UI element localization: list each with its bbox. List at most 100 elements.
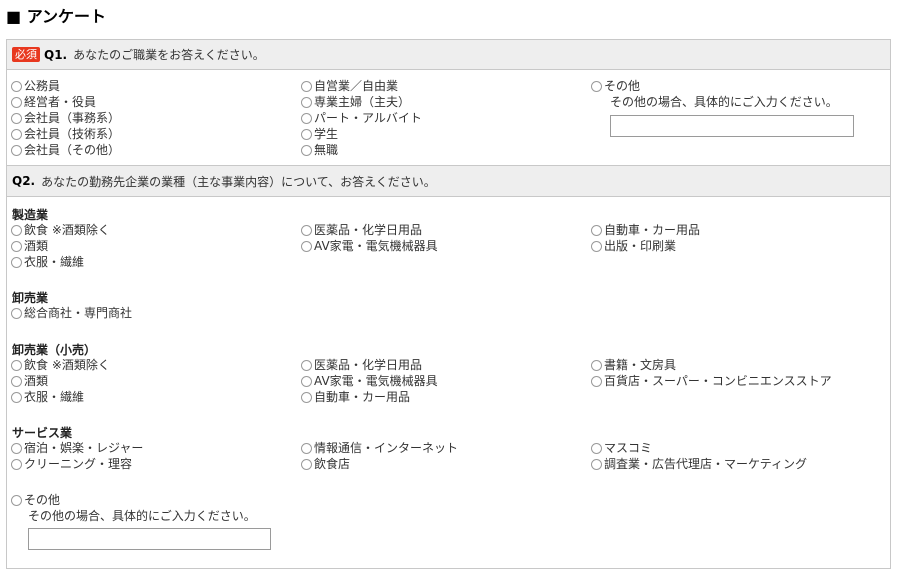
radio-option[interactable]: 飲食店 [301,456,458,472]
radio-option[interactable]: 衣服・繊維 [11,389,110,405]
radio-option[interactable]: 出版・印刷業 [591,238,700,254]
radio-button[interactable] [301,375,312,387]
radio-option[interactable]: 医薬品・化学日用品 [301,222,438,238]
radio-option[interactable]: 自動車・カー用品 [301,389,438,405]
radio-option[interactable]: 無職 [301,142,422,158]
radio-button[interactable] [11,128,22,140]
radio-option[interactable]: 学生 [301,126,422,142]
radio-option-label: 会社員（その他） [24,143,121,157]
radio-button[interactable] [301,442,312,454]
radio-option-label: 衣服・繊維 [24,390,85,404]
radio-button[interactable] [11,80,22,92]
radio-option[interactable]: 情報通信・インターネット [301,440,458,456]
q2-options-col-3: 書籍・文房具 百貨店・スーパー・コンビニエンスストア [591,357,832,389]
radio-button[interactable] [301,128,312,140]
radio-button[interactable] [591,224,602,236]
radio-option[interactable]: 調査業・広告代理店・マーケティング [591,456,807,472]
radio-option-label: 出版・印刷業 [604,239,677,253]
radio-button[interactable] [591,80,602,92]
radio-option[interactable]: AV家電・電気機械器具 [301,238,438,254]
radio-button[interactable] [591,442,602,454]
radio-button[interactable] [11,391,22,403]
radio-option-label: 書籍・文房具 [604,358,677,372]
radio-button[interactable] [11,359,22,371]
radio-option[interactable]: 酒類 [11,373,110,389]
radio-option-label: 会社員（事務系） [24,111,121,125]
radio-button[interactable] [11,256,22,268]
radio-button[interactable] [11,144,22,156]
q2-other-input[interactable] [28,528,271,550]
radio-option[interactable]: 自営業／自由業 [301,78,422,94]
radio-option[interactable]: クリーニング・理容 [11,456,143,472]
q1-options-col-2: 自営業／自由業 専業主婦（主夫） パート・アルバイト 学生無職 [301,78,422,158]
radio-button[interactable] [11,112,22,124]
radio-option[interactable]: 総合商社・専門商社 [11,305,132,321]
q2-header: Q2. あなたの勤務先企業の業種（主な事業内容）について、お答えください。 [7,165,890,197]
radio-button[interactable] [301,96,312,108]
radio-option-label: 医薬品・化学日用品 [314,358,423,372]
radio-option-label: 情報通信・インターネット [314,441,459,455]
survey-page: ■ アンケート 必須 Q1. あなたのご職業をお答えください。 公務員 経営者・役… [0,0,898,569]
q2-options-col-3: 自動車・カー用品 出版・印刷業 [591,222,700,254]
radio-option-label: AV家電・電気機械器具 [314,239,438,253]
q1-other-input[interactable] [610,115,854,137]
radio-option-label: 酒類 [24,374,49,388]
radio-option-label: 調査業・広告代理店・マーケティング [604,457,808,471]
radio-option-label: 無職 [314,143,339,157]
radio-option[interactable]: マスコミ [591,440,807,456]
radio-option[interactable]: AV家電・電気機械器具 [301,373,438,389]
radio-option[interactable]: 経営者・役員 [11,94,120,110]
radio-option-label: その他 [604,79,641,93]
radio-button[interactable] [301,359,312,371]
radio-button[interactable] [591,458,602,470]
q1-other-hint: その他の場合、具体的にご入力ください。 [610,95,838,109]
radio-option[interactable]: 衣服・繊維 [11,254,110,270]
radio-option[interactable]: 会社員（技術系） [11,126,120,142]
radio-button[interactable] [301,80,312,92]
radio-option[interactable]: 酒類 [11,238,110,254]
radio-button[interactable] [301,240,312,252]
radio-button[interactable] [11,96,22,108]
radio-option-label: AV家電・電気機械器具 [314,374,438,388]
radio-option[interactable]: 会社員（事務系） [11,110,120,126]
radio-button[interactable] [11,442,22,454]
radio-option[interactable]: 公務員 [11,78,120,94]
radio-option[interactable]: 書籍・文房具 [591,357,832,373]
radio-option-label: 自動車・カー用品 [314,390,411,404]
radio-option[interactable]: 自動車・カー用品 [591,222,700,238]
radio-option-label: 飲食 ※酒類除く [24,358,110,372]
radio-option[interactable]: 飲食 ※酒類除く [11,357,110,373]
radio-button[interactable] [11,458,22,470]
radio-option-label: 学生 [314,127,339,141]
radio-button[interactable] [301,112,312,124]
radio-button[interactable] [11,375,22,387]
radio-option[interactable]: 専業主婦（主夫） [301,94,422,110]
radio-button[interactable] [11,240,22,252]
radio-option[interactable]: その他 [591,78,640,94]
radio-button[interactable] [591,240,602,252]
radio-option[interactable]: パート・アルバイト [301,110,422,126]
radio-button[interactable] [11,224,22,236]
radio-option[interactable]: 会社員（その他） [11,142,120,158]
q2-text: あなたの勤務先企業の業種（主な事業内容）について、お答えください。 [41,174,436,189]
radio-option[interactable]: 医薬品・化学日用品 [301,357,438,373]
q2-number: Q2. [12,174,36,188]
radio-option-label: 公務員 [24,79,61,93]
radio-button[interactable] [301,224,312,236]
radio-option[interactable]: 飲食 ※酒類除く [11,222,110,238]
radio-option[interactable]: 百貨店・スーパー・コンビニエンスストア [591,373,832,389]
radio-button[interactable] [301,391,312,403]
radio-option-label: その他 [24,493,61,507]
radio-option-label: 自営業／自由業 [314,79,399,93]
radio-option[interactable]: その他 [11,492,60,508]
radio-button[interactable] [591,375,602,387]
radio-option-label: パート・アルバイト [314,111,422,125]
radio-button[interactable] [591,359,602,371]
radio-button[interactable] [11,494,22,506]
radio-button[interactable] [301,144,312,156]
q2-category-title: 製造業 [12,208,49,222]
q2-other-hint: その他の場合、具体的にご入力ください。 [28,509,256,523]
radio-button[interactable] [11,307,22,319]
radio-option[interactable]: 宿泊・娯楽・レジャー [11,440,143,456]
radio-button[interactable] [301,458,312,470]
